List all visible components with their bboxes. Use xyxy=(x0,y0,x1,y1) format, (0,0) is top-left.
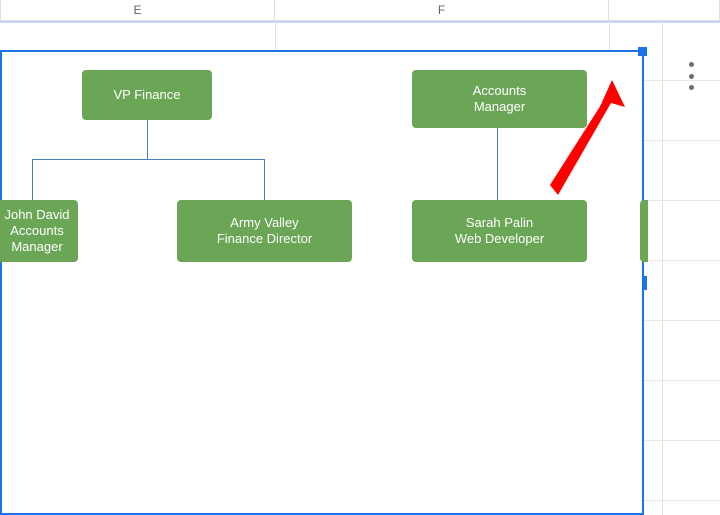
col-header-f[interactable]: F xyxy=(275,0,609,20)
org-node-label: VP Finance xyxy=(88,87,206,103)
org-node-vp-finance[interactable]: VP Finance xyxy=(82,70,212,120)
org-node-label: Sarah Palin Web Developer xyxy=(418,215,581,248)
col-header-blank-right xyxy=(609,0,720,20)
freeze-bar xyxy=(0,21,720,23)
gridline xyxy=(644,200,720,201)
chart-options-icon[interactable] xyxy=(684,62,698,90)
column-header-row: E F xyxy=(0,0,720,21)
org-node-label: Accounts Manager xyxy=(418,83,581,116)
connector xyxy=(264,159,265,200)
org-node-partial[interactable] xyxy=(640,200,648,262)
org-chart-object[interactable]: VP Finance Accounts Manager John David A… xyxy=(0,50,644,515)
gridline xyxy=(644,320,720,321)
org-node-army-valley[interactable]: Army Valley Finance Director xyxy=(177,200,352,262)
connector xyxy=(32,159,264,160)
gridline xyxy=(644,80,720,81)
org-node-label: John David Accounts Manager xyxy=(2,207,72,256)
gridline xyxy=(644,440,720,441)
gridline xyxy=(644,260,720,261)
org-node-label: Army Valley Finance Director xyxy=(183,215,346,248)
resize-handle-top-right[interactable] xyxy=(638,47,647,56)
org-node-accounts-manager[interactable]: Accounts Manager xyxy=(412,70,587,128)
gridline xyxy=(644,380,720,381)
gridline xyxy=(644,140,720,141)
connector xyxy=(497,127,498,200)
org-node-john-david[interactable]: John David Accounts Manager xyxy=(0,200,78,262)
col-header-e[interactable]: E xyxy=(1,0,275,20)
org-node-sarah-palin[interactable]: Sarah Palin Web Developer xyxy=(412,200,587,262)
resize-handle-mid-right[interactable] xyxy=(642,276,647,290)
connector xyxy=(32,159,33,200)
connector xyxy=(147,119,148,159)
gridline xyxy=(644,500,720,501)
